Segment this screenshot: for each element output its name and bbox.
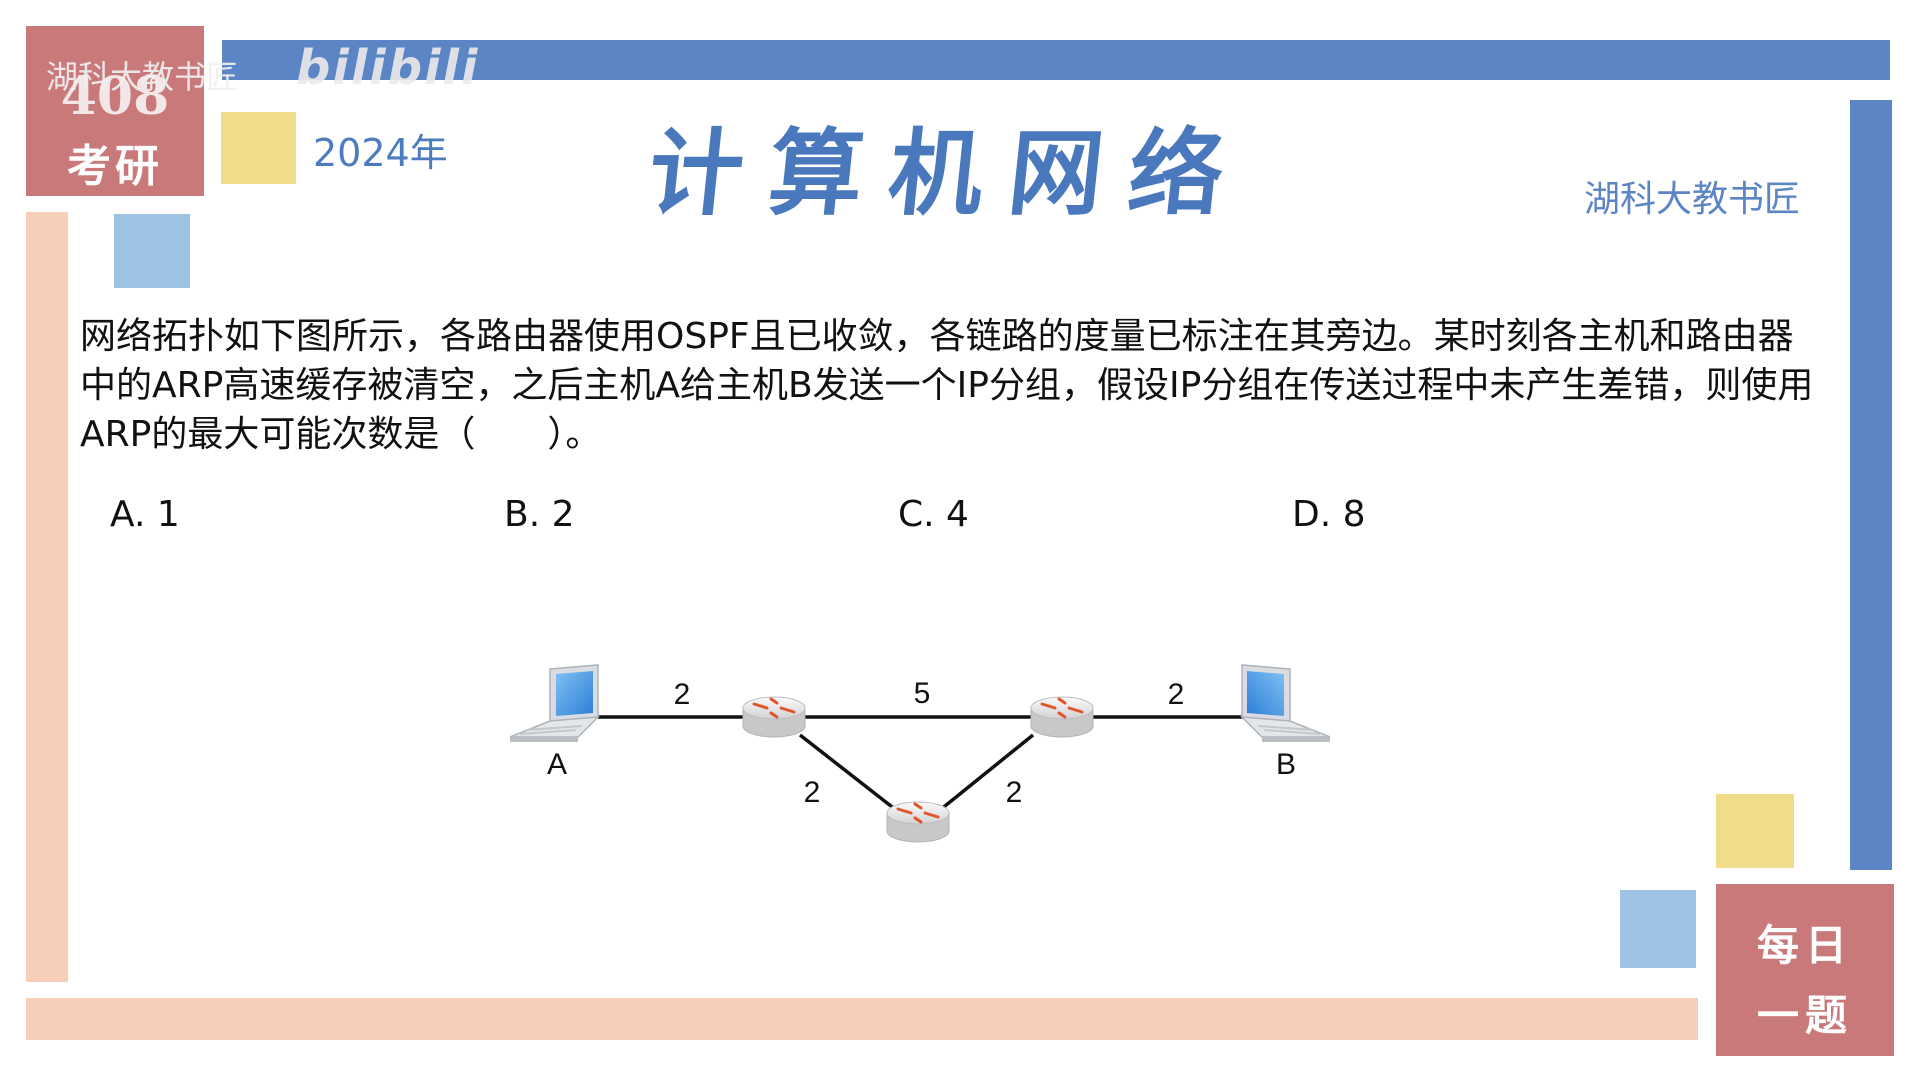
metric-r2-b: 2	[1168, 678, 1185, 711]
metric-r1-r2: 5	[914, 677, 931, 710]
host-label-b: B	[1276, 748, 1296, 781]
network-topology-diagram: A B 2 5 2 2 2	[509, 664, 1331, 844]
router-icon	[741, 695, 807, 739]
laptop-icon	[1241, 664, 1331, 743]
host-label-a: A	[547, 748, 567, 781]
laptop-icon	[509, 664, 599, 743]
metric-r3-r2: 2	[1006, 776, 1023, 809]
metric-r1-r3: 2	[804, 776, 821, 809]
router-icon	[885, 800, 951, 844]
metric-a-r1: 2	[674, 678, 691, 711]
router-icon	[1029, 695, 1095, 739]
